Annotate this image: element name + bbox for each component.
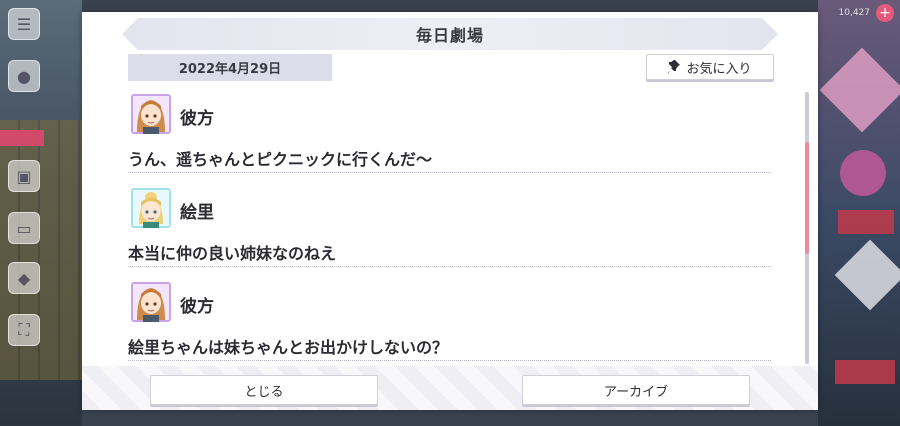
fullscreen-icon[interactable]: ⛶: [8, 314, 40, 346]
background-red-banner: [838, 210, 894, 234]
message-text: 本当に仲の良い姉妹なのねえ: [128, 244, 337, 263]
gift-icon[interactable]: ▣: [8, 160, 40, 192]
eli-avatar: [131, 188, 171, 228]
message-divider: [128, 172, 771, 173]
trophy-icon[interactable]: ◆: [8, 262, 40, 294]
close-button[interactable]: とじる: [150, 375, 378, 405]
scrollbar-thumb[interactable]: [805, 142, 809, 254]
daily-theater-dialog: 毎日劇場 2022年4月29日 お気に入り 彼方 うん、遥ちゃんとピクニックに行…: [82, 12, 818, 410]
event-tag-background: [0, 130, 44, 146]
speaker-name: 彼方: [180, 109, 214, 129]
kanata-avatar: [131, 282, 171, 322]
menu-icon[interactable]: ☰: [8, 8, 40, 40]
kanata-avatar: [131, 94, 171, 134]
message-text: うん、遥ちゃんとピクニックに行くんだ〜: [128, 150, 433, 169]
add-currency-button[interactable]: +: [876, 4, 894, 22]
currency-hud: 10,427 +: [838, 4, 894, 22]
message-list[interactable]: 彼方 うん、遥ちゃんとピクニックに行くんだ〜 絵里 本当に仲の良い姉妹なのねえ …: [128, 92, 771, 364]
message-divider: [128, 266, 771, 267]
chat-icon[interactable]: ●: [8, 60, 40, 92]
dialog-title: 毎日劇場: [415, 26, 484, 45]
speaker-name: 絵里: [180, 203, 214, 223]
favorite-button[interactable]: お気に入り: [646, 54, 774, 80]
speaker-name: 彼方: [180, 297, 214, 317]
list-item: 絵里 本当に仲の良い姉妹なのねえ: [128, 188, 771, 280]
archive-button[interactable]: アーカイブ: [522, 375, 750, 405]
date-badge: 2022年4月29日: [128, 54, 332, 81]
background-pink-circle: [840, 150, 886, 196]
screen-icon[interactable]: ▭: [8, 212, 40, 244]
pin-icon: [668, 60, 681, 74]
list-item: 彼方 絵里ちゃんは妹ちゃんとお出かけしないの？: [128, 282, 771, 364]
list-item: 彼方 うん、遥ちゃんとピクニックに行くんだ〜: [128, 94, 771, 186]
message-divider: [128, 360, 771, 361]
message-text: 絵里ちゃんは妹ちゃんとお出かけしないの？: [128, 338, 449, 357]
dialog-title-bar: 毎日劇場: [122, 18, 778, 50]
currency-count: 10,427: [838, 8, 871, 18]
favorite-label: お気に入り: [686, 61, 752, 77]
background-red-banner-2: [835, 360, 895, 384]
